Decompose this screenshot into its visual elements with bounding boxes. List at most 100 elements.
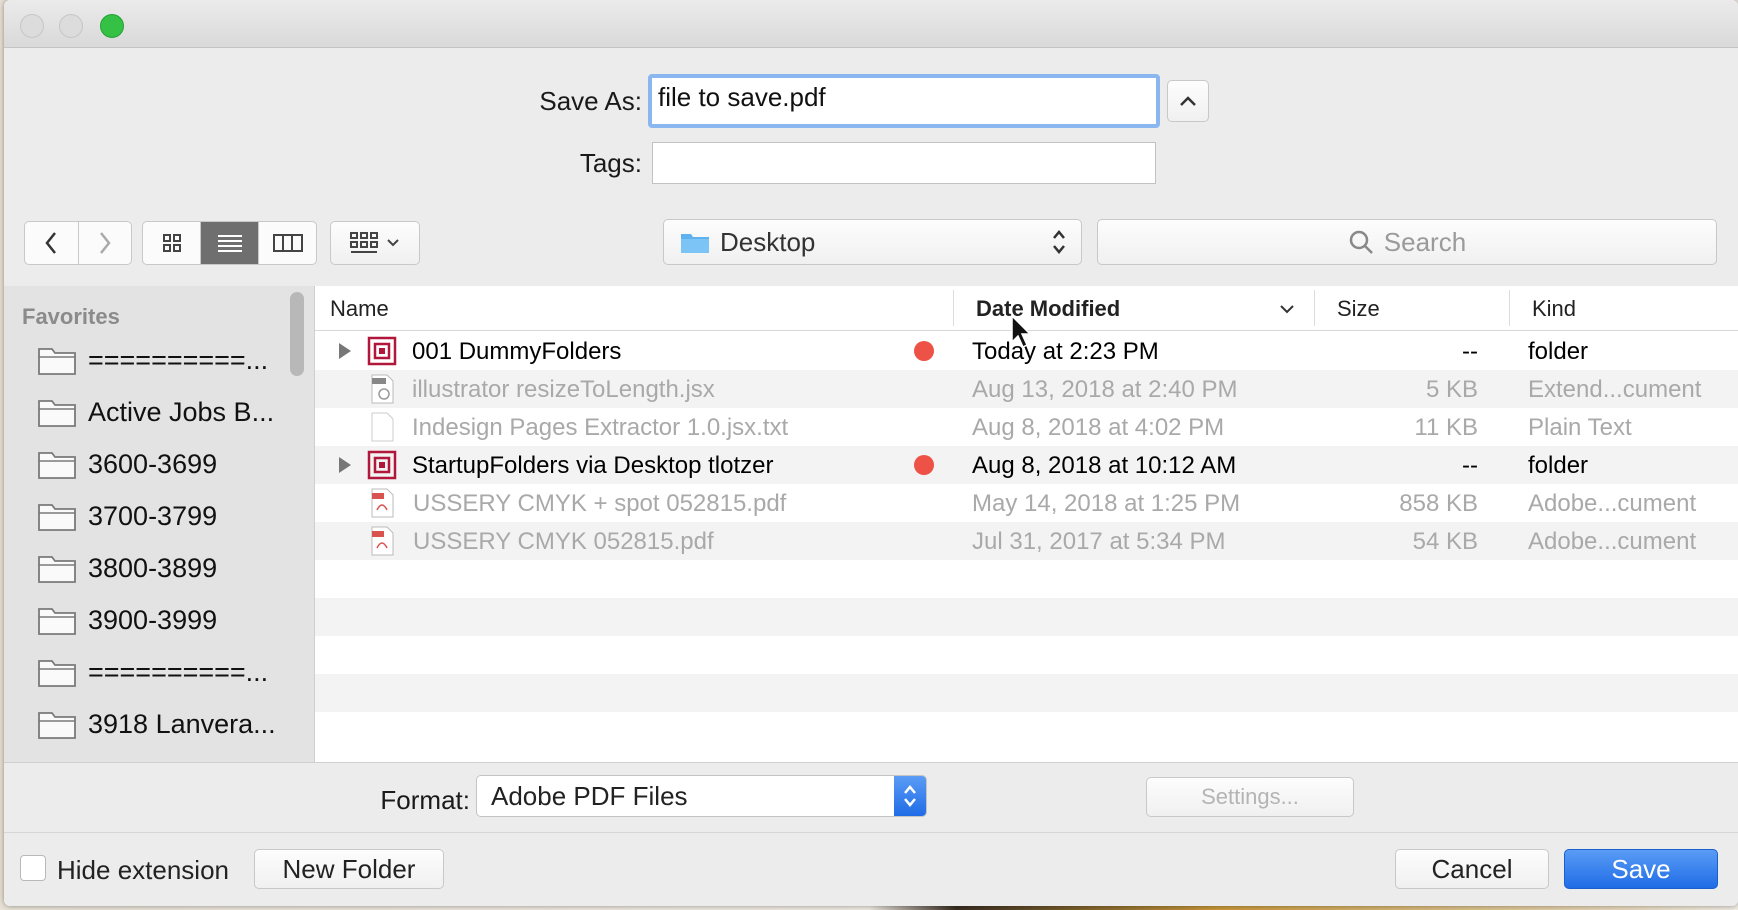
sidebar-item[interactable]: 3800-3899 bbox=[38, 546, 217, 590]
file-date: Aug 8, 2018 at 10:12 AM bbox=[972, 452, 1237, 479]
text-file-icon bbox=[371, 412, 394, 442]
search-icon bbox=[1349, 230, 1373, 254]
folder-icon bbox=[367, 450, 397, 480]
script-file-icon bbox=[371, 374, 394, 404]
tags-field[interactable] bbox=[652, 142, 1156, 184]
title-bar bbox=[4, 0, 1738, 48]
file-kind: folder bbox=[1528, 452, 1589, 479]
minimize-button[interactable] bbox=[59, 14, 83, 38]
folder-icon bbox=[38, 712, 76, 739]
back-forward-control bbox=[24, 221, 132, 265]
icon-view-button[interactable] bbox=[143, 222, 201, 264]
chevron-right-icon bbox=[99, 232, 111, 254]
column-separator[interactable] bbox=[1314, 290, 1315, 326]
sidebar-scrollbar[interactable] bbox=[290, 292, 304, 376]
list-view-button[interactable] bbox=[201, 222, 259, 264]
chevron-down-icon bbox=[387, 239, 399, 247]
columns-icon bbox=[272, 234, 303, 252]
file-row: USSERY CMYK 052815.pdf Jul 31, 2017 at 5:… bbox=[315, 522, 1738, 560]
disclosure-triangle-icon[interactable] bbox=[337, 455, 353, 475]
sidebar-item-label: 3918 Lanvera... bbox=[88, 708, 276, 739]
column-size-header[interactable]: Size bbox=[1337, 296, 1380, 322]
file-row: illustrator resizeToLength.jsx Aug 13, 20… bbox=[315, 370, 1738, 408]
group-by-button[interactable] bbox=[330, 221, 420, 265]
chevron-up-icon bbox=[1180, 96, 1196, 106]
location-popup[interactable]: Desktop bbox=[663, 219, 1082, 265]
sidebar-item[interactable]: 3900-3999 bbox=[38, 598, 217, 642]
save-as-field[interactable]: file to save.pdf bbox=[648, 74, 1160, 128]
file-list: Name Date Modified Size Kind 001 DummyFo… bbox=[315, 286, 1738, 762]
sidebar-item[interactable]: ==========... bbox=[38, 650, 268, 694]
folder-icon bbox=[38, 348, 76, 375]
file-row: USSERY CMYK + spot 052815.pdf May 14, 201… bbox=[315, 484, 1738, 522]
search-field[interactable]: Search bbox=[1097, 219, 1717, 265]
sidebar-item-label: 3700-3799 bbox=[88, 500, 218, 531]
column-separator[interactable] bbox=[953, 290, 954, 326]
tags-label: Tags: bbox=[579, 148, 642, 178]
save-as-label: Save As: bbox=[539, 86, 642, 116]
file-name: USSERY CMYK 052815.pdf bbox=[413, 528, 714, 555]
sidebar-item[interactable]: 3700-3799 bbox=[38, 494, 217, 538]
file-name: Indesign Pages Extractor 1.0.jsx.txt bbox=[412, 414, 789, 441]
collapse-button[interactable] bbox=[1167, 80, 1209, 122]
format-select[interactable]: Adobe PDF Files bbox=[476, 775, 927, 817]
tag-dot bbox=[914, 341, 934, 361]
file-date: Aug 8, 2018 at 4:02 PM bbox=[972, 414, 1225, 441]
folder-icon bbox=[38, 452, 76, 479]
folder-icon bbox=[38, 504, 76, 531]
hide-extension-label: Hide extension bbox=[57, 855, 229, 885]
folder-icon bbox=[38, 556, 76, 583]
view-mode-control bbox=[142, 221, 317, 265]
save-button[interactable]: Save bbox=[1564, 849, 1718, 889]
file-name: 001 DummyFolders bbox=[412, 338, 622, 365]
sidebar-item-label: 3900-3999 bbox=[88, 604, 218, 635]
tag-dot bbox=[914, 455, 934, 475]
sidebar-item[interactable]: Active Jobs B... bbox=[38, 390, 274, 434]
zoom-button[interactable] bbox=[100, 14, 124, 38]
action-bar: Hide extension New Folder Cancel Save bbox=[4, 832, 1738, 906]
column-name-header[interactable]: Name bbox=[330, 296, 389, 322]
cancel-button[interactable]: Cancel bbox=[1395, 849, 1549, 889]
sidebar-item[interactable]: 3918 Lanvera... bbox=[38, 702, 276, 746]
file-size: 54 KB bbox=[1412, 528, 1478, 555]
settings-button[interactable]: Settings... bbox=[1146, 777, 1354, 817]
hide-extension-checkbox[interactable] bbox=[20, 855, 46, 881]
new-folder-button[interactable]: New Folder bbox=[254, 849, 444, 889]
file-row[interactable]: StartupFolders via Desktop tlotzer Aug 8,… bbox=[315, 446, 1738, 484]
grid-icon bbox=[162, 234, 181, 252]
sidebar-item-label: 3800-3899 bbox=[88, 552, 218, 583]
select-stepper-icon bbox=[894, 776, 926, 816]
file-kind: Adobe...cument bbox=[1528, 490, 1697, 517]
sidebar: Favorites ==========... Active Jobs B... 3… bbox=[4, 286, 315, 762]
file-size: -- bbox=[1462, 338, 1478, 365]
sort-chevron-icon bbox=[1280, 305, 1294, 314]
empty-row bbox=[315, 674, 1738, 712]
sidebar-item-label: ==========... bbox=[88, 344, 269, 375]
file-size: 858 KB bbox=[1399, 490, 1478, 517]
search-placeholder: Search bbox=[1383, 226, 1467, 257]
column-kind-header[interactable]: Kind bbox=[1532, 296, 1576, 322]
file-date: May 14, 2018 at 1:25 PM bbox=[972, 490, 1241, 517]
pdf-file-icon bbox=[371, 488, 394, 518]
sidebar-item[interactable]: 3600-3699 bbox=[38, 442, 217, 486]
empty-row bbox=[315, 598, 1738, 636]
file-date: Jul 31, 2017 at 5:34 PM bbox=[972, 528, 1226, 555]
forward-button[interactable] bbox=[79, 222, 132, 264]
format-label: Format: bbox=[380, 785, 470, 815]
file-kind: Adobe...cument bbox=[1528, 528, 1697, 555]
close-button[interactable] bbox=[20, 14, 44, 38]
folder-icon bbox=[38, 400, 76, 427]
column-date-header[interactable]: Date Modified bbox=[976, 296, 1120, 322]
column-separator[interactable] bbox=[1509, 290, 1510, 326]
mouse-cursor-icon bbox=[1011, 314, 1032, 349]
file-name: StartupFolders via Desktop tlotzer bbox=[412, 452, 774, 479]
column-view-button[interactable] bbox=[259, 222, 316, 264]
file-kind: Plain Text bbox=[1528, 414, 1632, 441]
sidebar-section-title: Favorites bbox=[22, 304, 120, 329]
sidebar-item[interactable]: ==========... bbox=[38, 338, 268, 382]
format-bar: Format: Adobe PDF Files Settings... bbox=[4, 762, 1738, 833]
back-button[interactable] bbox=[25, 222, 79, 264]
file-date: Aug 13, 2018 at 2:40 PM bbox=[972, 376, 1238, 403]
disclosure-triangle-icon[interactable] bbox=[337, 341, 353, 361]
folder-icon bbox=[38, 608, 76, 635]
